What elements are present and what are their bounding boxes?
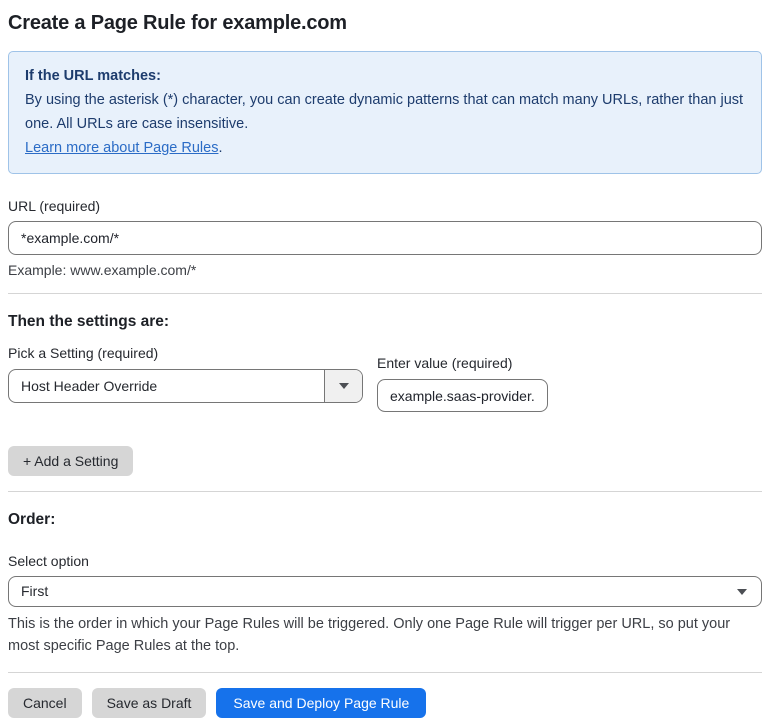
info-box-link-line: Learn more about Page Rules. (25, 136, 745, 160)
value-input-label: Enter value (required) (377, 355, 513, 371)
save-and-deploy-button[interactable]: Save and Deploy Page Rule (216, 688, 427, 718)
divider (8, 491, 762, 492)
order-select-label: Select option (8, 553, 89, 569)
add-setting-button[interactable]: + Add a Setting (8, 446, 134, 476)
url-example-text: Example: www.example.com/* (8, 262, 197, 278)
setting-select-label: Pick a Setting (required) (8, 345, 159, 361)
setting-select-dropdown-button[interactable] (324, 370, 362, 402)
divider (8, 672, 762, 673)
link-suffix: . (218, 140, 223, 156)
url-field-label: URL (required) (8, 198, 101, 214)
cancel-button[interactable]: Cancel (8, 688, 82, 718)
order-section-heading: Order: (8, 511, 56, 528)
order-help-text: This is the order in which your Page Rul… (8, 616, 731, 654)
setting-select-column: Pick a Setting (required) Host Header Ov… (8, 345, 363, 412)
setting-value-column: Enter value (required) (377, 355, 548, 412)
chevron-down-icon (338, 383, 349, 389)
settings-row: Pick a Setting (required) Host Header Ov… (8, 345, 762, 412)
learn-more-link[interactable]: Learn more about Page Rules (25, 140, 218, 156)
setting-select[interactable]: Host Header Override (8, 369, 363, 403)
info-box-body: By using the asterisk (*) character, you… (25, 92, 744, 132)
url-input[interactable] (8, 221, 762, 255)
setting-select-value: Host Header Override (21, 378, 158, 394)
footer-actions: Cancel Save as Draft Save and Deploy Pag… (8, 688, 762, 718)
page-title: Create a Page Rule for example.com (8, 12, 347, 34)
save-as-draft-button[interactable]: Save as Draft (91, 688, 207, 718)
chevron-down-icon (737, 589, 747, 595)
order-select-value: First (21, 583, 49, 599)
url-matches-info-box: If the URL matches: By using the asteris… (8, 51, 762, 174)
create-page-rule-panel: Create a Page Rule for example.com If th… (0, 0, 772, 726)
divider (8, 293, 762, 294)
info-box-heading: If the URL matches: (25, 68, 161, 84)
order-select[interactable]: First (8, 576, 762, 607)
settings-section-heading: Then the settings are: (8, 313, 170, 330)
setting-value-input[interactable] (377, 379, 548, 412)
